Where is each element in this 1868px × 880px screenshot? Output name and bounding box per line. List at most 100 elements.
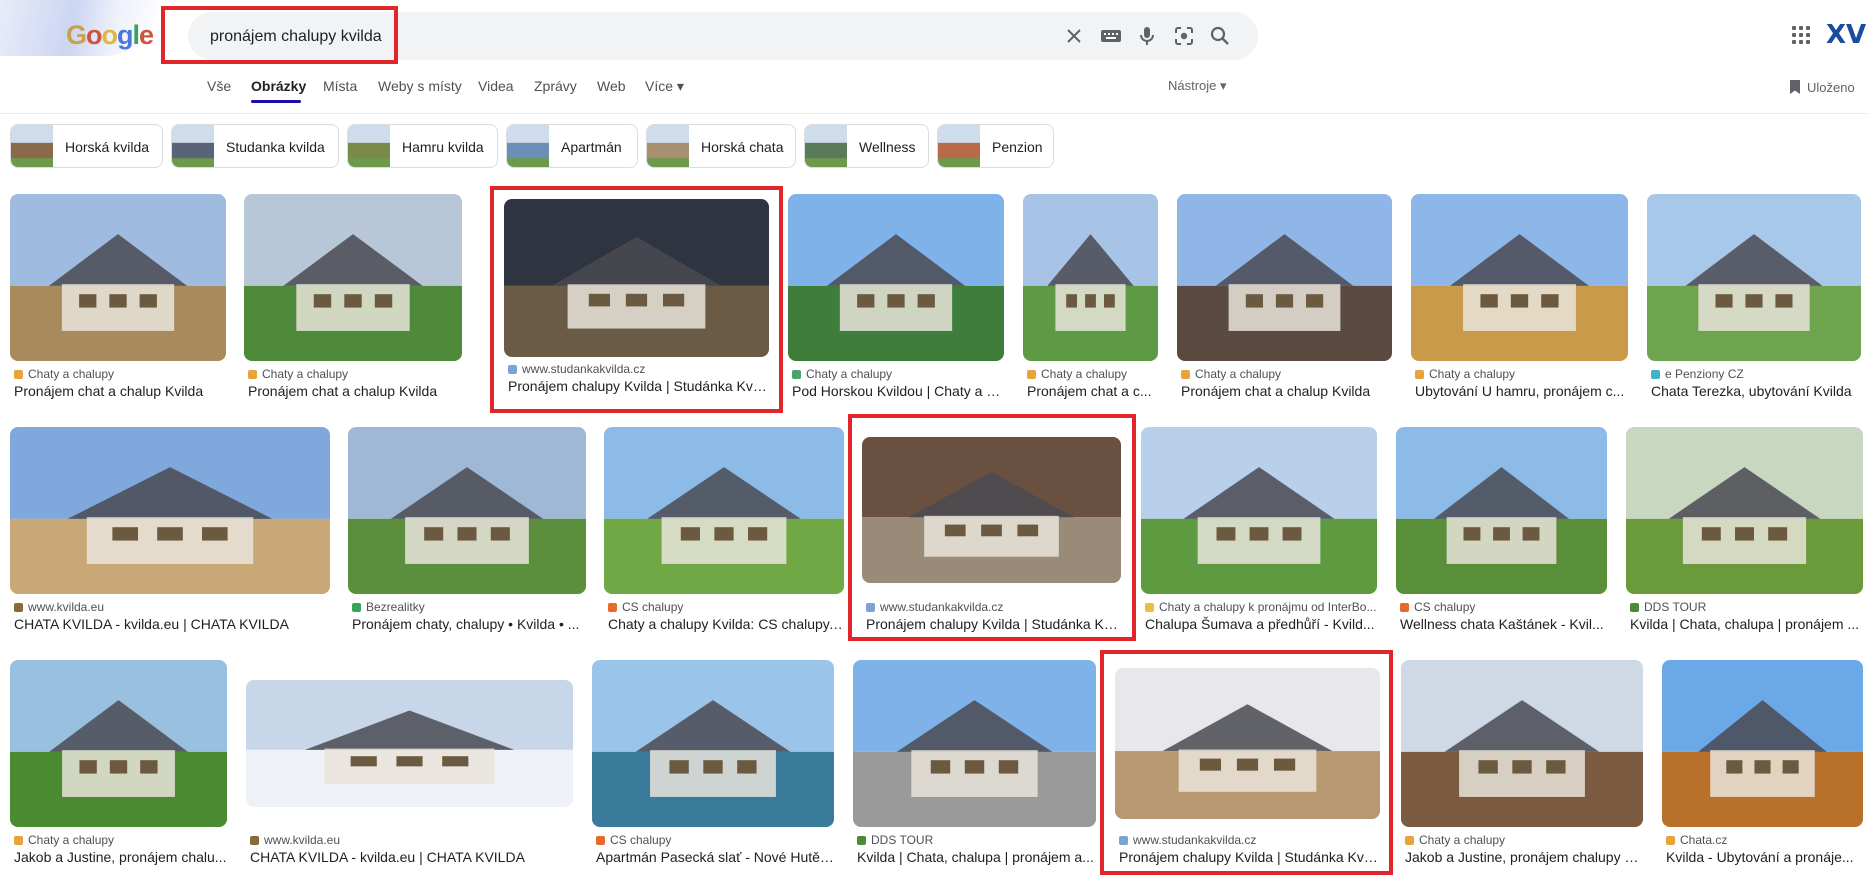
tab-web[interactable]: Web (597, 78, 626, 94)
tab-more[interactable]: Více ▾ (645, 78, 684, 95)
search-icon[interactable] (1208, 24, 1232, 48)
result-source[interactable]: www.studankakvilda.cz (866, 600, 1003, 614)
result-thumbnail[interactable] (244, 194, 462, 361)
source-label: e Penziony CZ (1665, 367, 1744, 381)
site-favicon-icon (1415, 370, 1424, 379)
result-title[interactable]: Jakob a Justine, pronájem chalupy K... (1405, 849, 1643, 865)
result-title[interactable]: Pronájem chalupy Kvilda | Studánka Kv... (866, 616, 1121, 632)
result-source[interactable]: CS chalupy (1400, 600, 1475, 614)
result-source[interactable]: CS chalupy (608, 600, 683, 614)
result-source[interactable]: Chaty a chalupy k pronájmu od InterBo... (1145, 600, 1376, 614)
result-thumbnail[interactable] (246, 680, 573, 807)
result-title[interactable]: Jakob a Justine, pronájem chalu... (14, 849, 227, 865)
result-title[interactable]: Pronájem chat a chalup Kvilda (14, 383, 226, 399)
result-title[interactable]: Kvilda | Chata, chalupa | pronájem a... (857, 849, 1096, 865)
result-thumbnail[interactable] (1411, 194, 1628, 361)
result-source[interactable]: e Penziony CZ (1651, 367, 1744, 381)
result-thumbnail[interactable] (10, 660, 227, 827)
close-icon[interactable] (1062, 24, 1086, 48)
related-search-chip[interactable]: Hamru kvilda (347, 124, 498, 168)
result-thumbnail[interactable] (1662, 660, 1863, 827)
microphone-icon[interactable] (1135, 24, 1159, 48)
related-search-chip[interactable]: Penzion (937, 124, 1054, 168)
result-title[interactable]: CHATA KVILDA - kvilda.eu | CHATA KVILDA (14, 616, 330, 632)
result-title[interactable]: Chalupa Šumava a předhůří - Kvild... (1145, 616, 1377, 632)
result-thumbnail[interactable] (1177, 194, 1392, 361)
result-title[interactable]: Kvilda | Chata, chalupa | pronájem ... (1630, 616, 1863, 632)
result-title[interactable]: Pronájem chalupy Kvilda | Studánka Kvild… (1119, 849, 1380, 865)
result-thumbnail[interactable] (1401, 660, 1643, 827)
result-title[interactable]: Pronájem chat a chalup Kvilda (1181, 383, 1392, 399)
result-source[interactable]: CS chalupy (596, 833, 671, 847)
result-source[interactable]: www.studankakvilda.cz (1119, 833, 1256, 847)
result-title[interactable]: Pod Horskou Kvildou | Chaty a c... (792, 383, 1004, 399)
result-source[interactable]: Chata.cz (1666, 833, 1727, 847)
result-thumbnail[interactable] (1626, 427, 1863, 594)
result-title[interactable]: CHATA KVILDA - kvilda.eu | CHATA KVILDA (250, 849, 573, 865)
tools-button[interactable]: Nástroje ▾ (1168, 78, 1227, 94)
result-thumbnail[interactable] (10, 194, 226, 361)
result-title[interactable]: Apartmán Pasecká slať - Nové Hutě ... (596, 849, 834, 865)
related-search-chip[interactable]: Horská chata (646, 124, 796, 168)
tab-videos[interactable]: Videa (478, 78, 514, 94)
source-label: www.studankakvilda.cz (1133, 833, 1257, 847)
result-thumbnail[interactable] (1647, 194, 1861, 361)
result-source[interactable]: Chaty a chalupy (14, 367, 114, 381)
house-image (10, 660, 227, 827)
result-thumbnail[interactable] (348, 427, 586, 594)
account-avatar[interactable]: XV (1826, 18, 1866, 52)
tab-images[interactable]: Obrázky (251, 78, 306, 94)
result-title[interactable]: Chaty a chalupy Kvilda: CS chalupy,... (608, 616, 844, 632)
result-source[interactable]: DDS TOUR (857, 833, 933, 847)
result-source[interactable]: Chaty a chalupy (1405, 833, 1505, 847)
tab-websites-with-places[interactable]: Weby s místy (378, 78, 462, 94)
result-source[interactable]: Chaty a chalupy (1027, 367, 1127, 381)
result-source[interactable]: Chaty a chalupy (248, 367, 348, 381)
site-favicon-icon (1400, 603, 1409, 612)
result-title[interactable]: Kvilda - Ubytování a pronáje... (1666, 849, 1863, 865)
result-source[interactable]: DDS TOUR (1630, 600, 1706, 614)
result-title[interactable]: Wellness chata Kaštánek - Kvil... (1400, 616, 1607, 632)
result-thumbnail[interactable] (1023, 194, 1158, 361)
result-thumbnail[interactable] (592, 660, 834, 827)
site-favicon-icon (352, 603, 361, 612)
related-search-chip[interactable]: Studanka kvilda (171, 124, 339, 168)
result-thumbnail[interactable] (862, 437, 1121, 583)
saved-button[interactable]: Uloženo (1789, 80, 1855, 95)
result-title[interactable]: Ubytování U hamru, pronájem c... (1415, 383, 1628, 399)
result-thumbnail[interactable] (1396, 427, 1607, 594)
result-source[interactable]: www.kvilda.eu (14, 600, 104, 614)
result-source[interactable]: Chaty a chalupy (14, 833, 114, 847)
house-image (10, 427, 330, 594)
result-thumbnail[interactable] (504, 199, 769, 357)
site-favicon-icon (14, 370, 23, 379)
result-source[interactable]: Chaty a chalupy (792, 367, 892, 381)
result-source[interactable]: www.kvilda.eu (250, 833, 340, 847)
result-thumbnail[interactable] (1141, 427, 1377, 594)
tab-all[interactable]: Vše (207, 78, 231, 94)
related-search-chip[interactable]: Horská kvilda (10, 124, 163, 168)
result-title[interactable]: Pronájem chalupy Kvilda | Studánka Kvil.… (508, 378, 769, 394)
related-search-chip[interactable]: Wellness (804, 124, 929, 168)
result-source[interactable]: Chaty a chalupy (1181, 367, 1281, 381)
result-title[interactable]: Chata Terezka, ubytování Kvilda (1651, 383, 1861, 399)
lens-icon[interactable] (1172, 24, 1196, 48)
chip-label: Apartmán (561, 139, 622, 155)
google-logo[interactable]: Google (66, 20, 154, 51)
result-source[interactable]: www.studankakvilda.cz (508, 362, 645, 376)
result-source[interactable]: Chaty a chalupy (1415, 367, 1515, 381)
apps-grid-icon[interactable] (1792, 26, 1810, 44)
related-search-chip[interactable]: Apartmán (506, 124, 638, 168)
tab-places[interactable]: Místa (323, 78, 357, 94)
result-thumbnail[interactable] (1115, 668, 1380, 819)
result-title[interactable]: Pronájem chat a c... (1027, 383, 1158, 399)
result-source[interactable]: Bezrealitky (352, 600, 425, 614)
result-thumbnail[interactable] (788, 194, 1004, 361)
tab-news[interactable]: Zprávy (534, 78, 577, 94)
result-title[interactable]: Pronájem chaty, chalupy • Kvilda • ... (352, 616, 586, 632)
result-thumbnail[interactable] (853, 660, 1096, 827)
result-thumbnail[interactable] (604, 427, 844, 594)
result-title[interactable]: Pronájem chat a chalup Kvilda (248, 383, 462, 399)
keyboard-icon[interactable] (1099, 24, 1123, 48)
result-thumbnail[interactable] (10, 427, 330, 594)
